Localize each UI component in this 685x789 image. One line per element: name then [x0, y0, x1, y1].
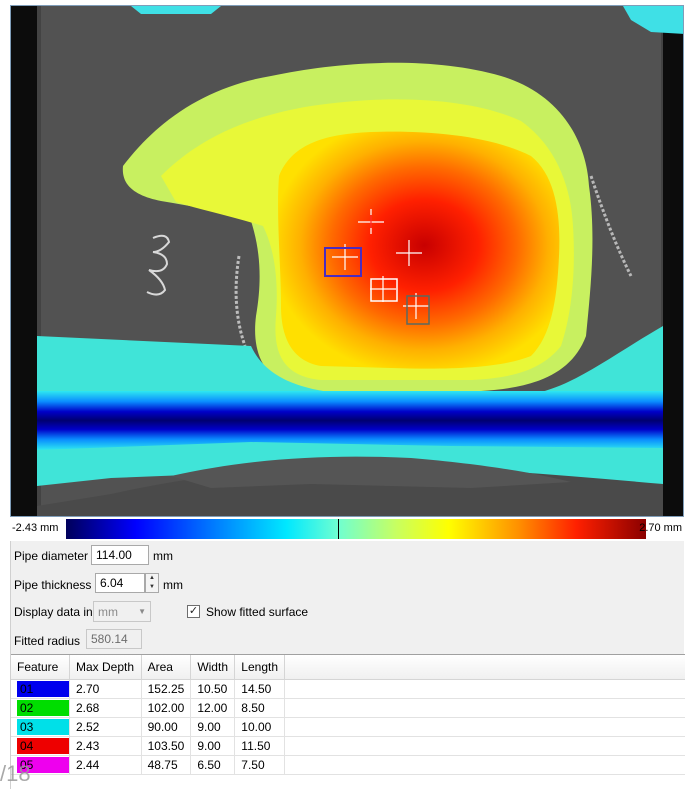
column-header-filler: [284, 655, 685, 680]
color-scale-bar: [66, 519, 646, 539]
width-cell: 12.00: [190, 698, 236, 718]
feature-color-swatch: 02: [17, 699, 69, 716]
feature-color-swatch: 03: [17, 718, 69, 735]
display-data-select[interactable]: mm ▼: [93, 601, 151, 622]
pipe-diameter-label: Pipe diameter: [14, 549, 89, 563]
table-header-row: Feature Max Depth Area Width Length: [11, 655, 685, 680]
display-data-label: Display data in: [14, 605, 93, 619]
width-cell: 9.00: [190, 717, 236, 737]
max-depth-cell: 2.52: [69, 717, 142, 737]
length-cell: 7.50: [234, 755, 285, 775]
settings-panel: Pipe diameter 114.00 mm Pipe thickness 6…: [10, 541, 685, 789]
area-cell: 152.25: [141, 679, 192, 699]
filler-cell: [284, 755, 685, 775]
scale-zero-marker: [338, 519, 339, 539]
area-cell: 48.75: [141, 755, 192, 775]
length-cell: 10.00: [234, 717, 285, 737]
column-header-feature[interactable]: Feature: [11, 655, 70, 680]
filler-cell: [284, 717, 685, 737]
max-depth-cell: 2.68: [69, 698, 142, 718]
fitted-radius-label: Fitted radius: [14, 634, 81, 648]
page-number: /18: [0, 761, 31, 786]
feature-cell: 02: [11, 698, 70, 718]
pipe-diameter-input[interactable]: 114.00: [91, 545, 149, 565]
scale-min-label: -2.43 mm: [12, 522, 59, 534]
filler-cell: [284, 698, 685, 718]
pipe-thickness-unit: mm: [163, 578, 183, 592]
display-data-value: mm: [98, 605, 118, 619]
max-depth-cell: 2.43: [69, 736, 142, 756]
color-scale: -2.43 mm 2.70 mm: [10, 517, 684, 541]
width-cell: 6.50: [190, 755, 236, 775]
column-header-length[interactable]: Length: [234, 655, 285, 680]
scan-heatmap-image: [11, 6, 683, 516]
pipe-thickness-label: Pipe thickness: [14, 578, 92, 592]
table-row[interactable]: 03 2.52 90.00 9.00 10.00: [11, 717, 685, 737]
feature-cell: 03: [11, 717, 70, 737]
chevron-down-icon: ▼: [138, 607, 146, 616]
pipe-diameter-unit: mm: [153, 549, 173, 563]
width-cell: 10.50: [190, 679, 236, 699]
table-row[interactable]: 05 2.44 48.75 6.50 7.50: [11, 755, 685, 775]
column-header-width[interactable]: Width: [190, 655, 236, 680]
filler-cell: [284, 736, 685, 756]
pipe-thickness-spinner[interactable]: ▲ ▼: [145, 573, 159, 593]
max-depth-cell: 2.44: [69, 755, 142, 775]
table-row[interactable]: 02 2.68 102.00 12.00 8.50: [11, 698, 685, 718]
max-depth-cell: 2.70: [69, 679, 142, 699]
area-cell: 90.00: [141, 717, 192, 737]
area-cell: 102.00: [141, 698, 192, 718]
features-table[interactable]: Feature Max Depth Area Width Length 01 2.…: [11, 654, 685, 789]
feature-color-swatch: 01: [17, 680, 69, 697]
show-fitted-checkbox[interactable]: ✓: [187, 605, 200, 618]
show-fitted-label[interactable]: Show fitted surface: [206, 605, 308, 619]
width-cell: 9.00: [190, 736, 236, 756]
length-cell: 14.50: [234, 679, 285, 699]
pipe-thickness-input[interactable]: 6.04: [95, 573, 145, 593]
length-cell: 11.50: [234, 736, 285, 756]
length-cell: 8.50: [234, 698, 285, 718]
table-row[interactable]: 04 2.43 103.50 9.00 11.50: [11, 736, 685, 756]
filler-cell: [284, 679, 685, 699]
fitted-radius-value: 580.14: [86, 629, 142, 649]
spin-up-icon[interactable]: ▲: [146, 574, 158, 583]
column-header-max-depth[interactable]: Max Depth: [69, 655, 142, 680]
feature-color-swatch: 04: [17, 737, 69, 754]
scan-heatmap-viewer[interactable]: [10, 5, 684, 517]
scale-max-label: 2.70 mm: [639, 522, 682, 534]
feature-cell: 01: [11, 679, 70, 699]
area-cell: 103.50: [141, 736, 192, 756]
spin-down-icon[interactable]: ▼: [146, 583, 158, 592]
feature-cell: 04: [11, 736, 70, 756]
table-row[interactable]: 01 2.70 152.25 10.50 14.50: [11, 679, 685, 699]
column-header-area[interactable]: Area: [141, 655, 192, 680]
